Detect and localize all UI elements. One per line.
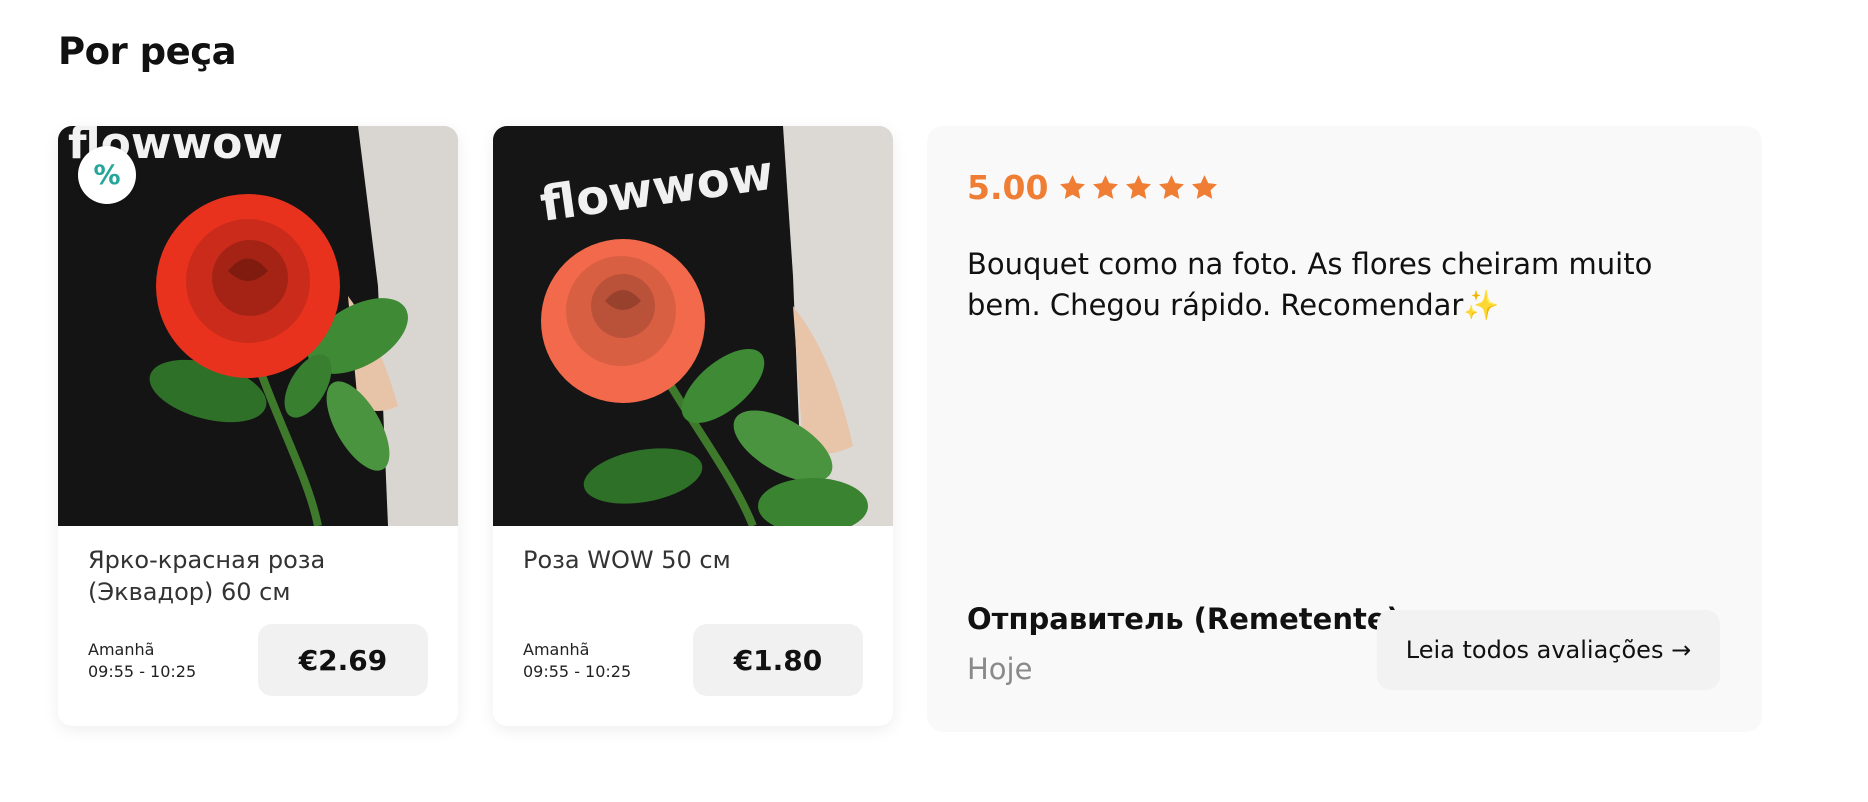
- star-icon: [1157, 173, 1186, 202]
- discount-badge: %: [78, 146, 136, 204]
- review-date: Hoje: [967, 652, 1033, 686]
- review-text-body: Bouquet como na foto. As flores cheiram …: [967, 247, 1653, 322]
- all-reviews-button[interactable]: Leia todos avaliações →: [1377, 610, 1720, 690]
- delivery-time: 09:55 - 10:25: [88, 662, 197, 681]
- delivery-info: Amanhã 09:55 - 10:25: [88, 639, 196, 683]
- price-button[interactable]: €1.80: [693, 624, 863, 696]
- review-text: Bouquet como na foto. As flores cheiram …: [967, 244, 1707, 326]
- rating-row: 5.00: [967, 168, 1219, 207]
- star-icon: [1124, 173, 1153, 202]
- price-button[interactable]: €2.69: [258, 624, 428, 696]
- delivery-time: 09:55 - 10:25: [523, 662, 632, 681]
- review-card: 5.00 Bouquet como na foto. As flores che…: [927, 126, 1762, 732]
- product-card[interactable]: flowwow % Ярко-красная роза (Эквадор) 60…: [58, 126, 458, 726]
- product-card[interactable]: flowwow Роза WOW 50 см Amanhã 09:55 - 10…: [493, 126, 893, 726]
- star-icon: [1058, 173, 1087, 202]
- rating-stars: [1058, 173, 1219, 202]
- rating-value: 5.00: [967, 168, 1049, 207]
- product-photo[interactable]: flowwow: [493, 126, 893, 526]
- delivery-info: Amanhã 09:55 - 10:25: [523, 639, 631, 683]
- product-name[interactable]: Ярко-красная роза (Эквадор) 60 см: [88, 544, 428, 608]
- delivery-day: Amanhã: [88, 640, 155, 659]
- delivery-day: Amanhã: [523, 640, 590, 659]
- sparkle-icon: ✨: [1463, 288, 1500, 322]
- review-author: Отправитель (Remetente): [967, 602, 1400, 636]
- section-title: Por peça: [58, 30, 237, 73]
- star-icon: [1190, 173, 1219, 202]
- product-name[interactable]: Роза WOW 50 см: [523, 544, 863, 576]
- star-icon: [1091, 173, 1120, 202]
